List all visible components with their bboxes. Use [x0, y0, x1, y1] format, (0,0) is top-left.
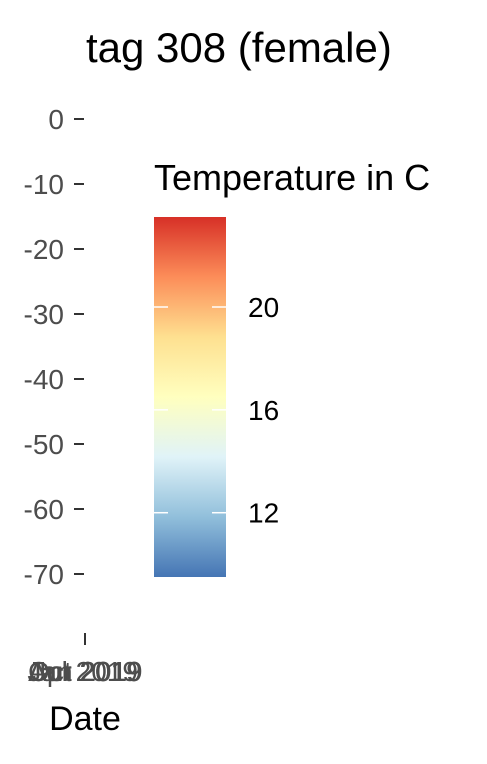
legend-colorbar	[154, 217, 226, 577]
x-axis-title: Date	[49, 700, 121, 738]
legend-tick-label: 12	[248, 498, 279, 529]
legend-tick-label: 20	[248, 292, 279, 323]
y-tick-label: -60	[24, 494, 64, 525]
x-axis: Jul 2019Oct 2019Apr 2019Jan 2019	[27, 633, 143, 687]
y-tick-label: -30	[24, 299, 64, 330]
y-tick-label: -20	[24, 234, 64, 265]
color-legend: Temperature in C 12 16 20	[154, 157, 430, 577]
y-axis: 0 -10 -20 -30 -40 -50 -60 -70	[24, 104, 84, 590]
y-tick-label: -10	[24, 169, 64, 200]
y-tick-label: -70	[24, 559, 64, 590]
y-tick-label: 0	[48, 104, 64, 135]
chart-title: tag 308 (female)	[86, 24, 392, 71]
y-tick-label: -50	[24, 429, 64, 460]
legend-tick-label: 16	[248, 395, 279, 426]
legend-title: Temperature in C	[154, 157, 430, 198]
x-tick-label: Jan 2019	[27, 656, 142, 687]
y-tick-label: -40	[24, 364, 64, 395]
chart: tag 308 (female) 0-10-20-30-40-50-60-70 …	[24, 24, 431, 738]
